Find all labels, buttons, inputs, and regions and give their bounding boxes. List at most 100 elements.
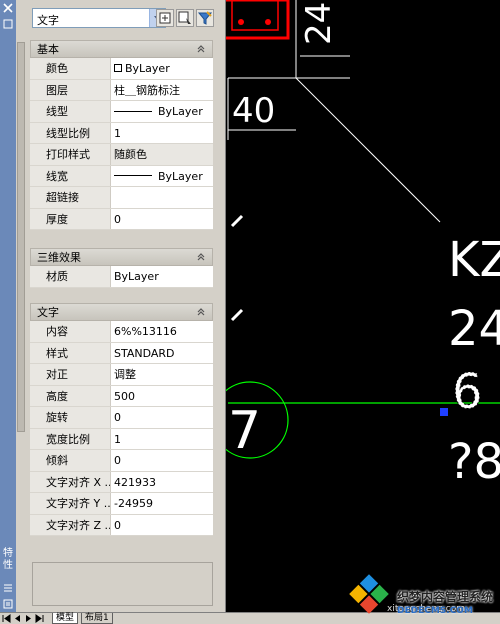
prop-value[interactable]: 柱＿钢筋标注 [111,79,213,100]
prop-key: 对正 [30,364,111,385]
prop-value[interactable]: 0 [111,407,213,428]
prop-key: 文字对齐 X ... [30,471,111,492]
palette-title-strip[interactable]: 特性 [0,0,16,612]
properties-palette: 特性 文字 基本 颜色 ByLayer 图层 柱＿钢筋标注 线型 ByLayer 线型… [0,0,226,612]
prop-value[interactable]: 调整 [111,364,213,385]
label-kz: KZ [448,232,500,288]
prev-tab-icon[interactable] [13,614,22,623]
prop-key: 图层 [30,79,111,100]
prop-row-lineweight[interactable]: 线宽 ByLayer [30,165,213,187]
toggle-pickadd-button[interactable] [156,9,174,27]
section-header-3d[interactable]: 三维效果 [30,248,213,266]
section-header-text[interactable]: 文字 [30,303,213,321]
dim-text-40: 40 [232,91,275,131]
select-objects-button[interactable] [176,9,194,27]
next-tab-icon[interactable] [24,614,33,623]
prop-key: 内容 [30,321,111,342]
prop-row-contents[interactable]: 内容 6%%13116 [30,321,213,343]
prop-row-linetype-scale[interactable]: 线型比例 1 [30,122,213,144]
prop-value[interactable]: ByLayer [111,58,213,79]
prop-row-layer[interactable]: 图层 柱＿钢筋标注 [30,79,213,101]
quick-select-button[interactable] [196,9,214,27]
tab-model[interactable]: 模型 [52,613,79,624]
prop-value[interactable]: 0 [111,208,213,229]
collapse-chevron-icon[interactable] [196,307,206,317]
prop-value-text: ByLayer [158,105,203,118]
prop-value[interactable]: 1 [111,122,213,143]
palette-menu-icon[interactable] [2,582,14,594]
prop-row-thickness[interactable]: 厚度 0 [30,208,213,230]
section-text: 文字 内容 6%%13116 样式 STANDARD 对正 调整 高度 500 旋转 0 … [30,303,213,536]
prop-value[interactable]: ByLayer [111,165,213,186]
prop-value[interactable]: 421933 [111,471,213,492]
prop-row-rotation[interactable]: 旋转 0 [30,407,213,429]
prop-row-color[interactable]: 颜色 ByLayer [30,58,213,80]
section-title: 三维效果 [37,251,81,264]
prop-value-text: ByLayer [158,169,203,183]
prop-value[interactable]: -24959 [111,493,213,514]
prop-value[interactable]: 6%%13116 [111,321,213,342]
prop-value[interactable]: ByLayer [111,101,213,122]
object-type-value: 文字 [37,14,59,27]
prop-row-linetype[interactable]: 线型 ByLayer [30,101,213,123]
prop-value[interactable]: 0 [111,514,213,535]
section-3d-visualization: 三维效果 材质 ByLayer [30,248,213,288]
watermark-domain: DEDECMS.COM [397,606,473,616]
prop-row-justify[interactable]: 对正 调整 [30,364,213,386]
prop-row-text-align-y[interactable]: 文字对齐 Y ... -24959 [30,493,213,515]
prop-value[interactable]: 1 [111,428,213,449]
watermark-title: 织梦内容管理系统 [397,590,494,604]
prop-value[interactable]: 500 [111,385,213,406]
quick-select-icon [197,11,213,25]
prop-row-text-align-z[interactable]: 文字对齐 Z ... 0 [30,514,213,536]
scrollbar-thumb[interactable] [17,42,25,432]
prop-value[interactable]: 0 [111,450,213,471]
prop-key: 厚度 [30,208,111,229]
grip-point[interactable] [440,408,448,416]
label-24: 24 [448,301,500,357]
collapse-chevron-icon[interactable] [196,252,206,262]
last-tab-icon[interactable] [35,614,44,623]
tab-layout1[interactable]: 布局1 [81,613,113,624]
linetype-preview [114,110,152,112]
close-icon[interactable] [2,2,14,14]
prop-key: 材质 [30,266,111,287]
prop-key: 线型 [30,101,111,122]
prop-row-material[interactable]: 材质 ByLayer [30,266,213,288]
prop-row-style[interactable]: 样式 STANDARD [30,342,213,364]
prop-row-text-align-x[interactable]: 文字对齐 X ... 421933 [30,471,213,493]
prop-key: 线型比例 [30,122,111,143]
prop-key: 旋转 [30,407,111,428]
axis-number: 7 [228,401,261,461]
collapse-chevron-icon[interactable] [196,44,206,54]
label-6-selected[interactable]: 6 [452,364,484,421]
color-swatch [114,64,122,72]
palette-title: 特性 [3,548,13,571]
palette-options-icon[interactable] [2,598,14,610]
prop-key: 超链接 [30,187,111,208]
prop-row-width-factor[interactable]: 宽度比例 1 [30,428,213,450]
section-header-general[interactable]: 基本 [30,40,213,58]
prop-value[interactable]: STANDARD [111,342,213,363]
object-type-select[interactable]: 文字 [32,8,166,28]
prop-key: 样式 [30,342,111,363]
prop-value[interactable]: 随颜色 [111,144,213,165]
prop-value-text: ByLayer [125,62,170,75]
palette-scrollbar[interactable] [16,38,26,612]
section-title: 文字 [37,306,59,319]
first-tab-icon[interactable] [2,614,11,623]
prop-row-height[interactable]: 高度 500 [30,385,213,407]
prop-value[interactable] [111,187,213,208]
prop-key: 文字对齐 Y ... [30,493,111,514]
autohide-icon[interactable] [2,18,14,30]
section-general: 基本 颜色 ByLayer 图层 柱＿钢筋标注 线型 ByLayer 线型比例 1 打印… [30,40,213,230]
label-q8: ?8 [448,434,500,490]
section-title: 基本 [37,43,59,56]
prop-row-plot-style[interactable]: 打印样式 随颜色 [30,144,213,166]
prop-value[interactable]: ByLayer [111,266,213,287]
prop-row-hyperlink[interactable]: 超链接 [30,187,213,209]
lineweight-preview [114,175,152,176]
dimension-lines [227,0,441,322]
prop-row-obliquing[interactable]: 倾斜 0 [30,450,213,472]
watermark: xitongcheng.com 织梦内容管理系统 DEDECMS.COM [345,562,500,624]
